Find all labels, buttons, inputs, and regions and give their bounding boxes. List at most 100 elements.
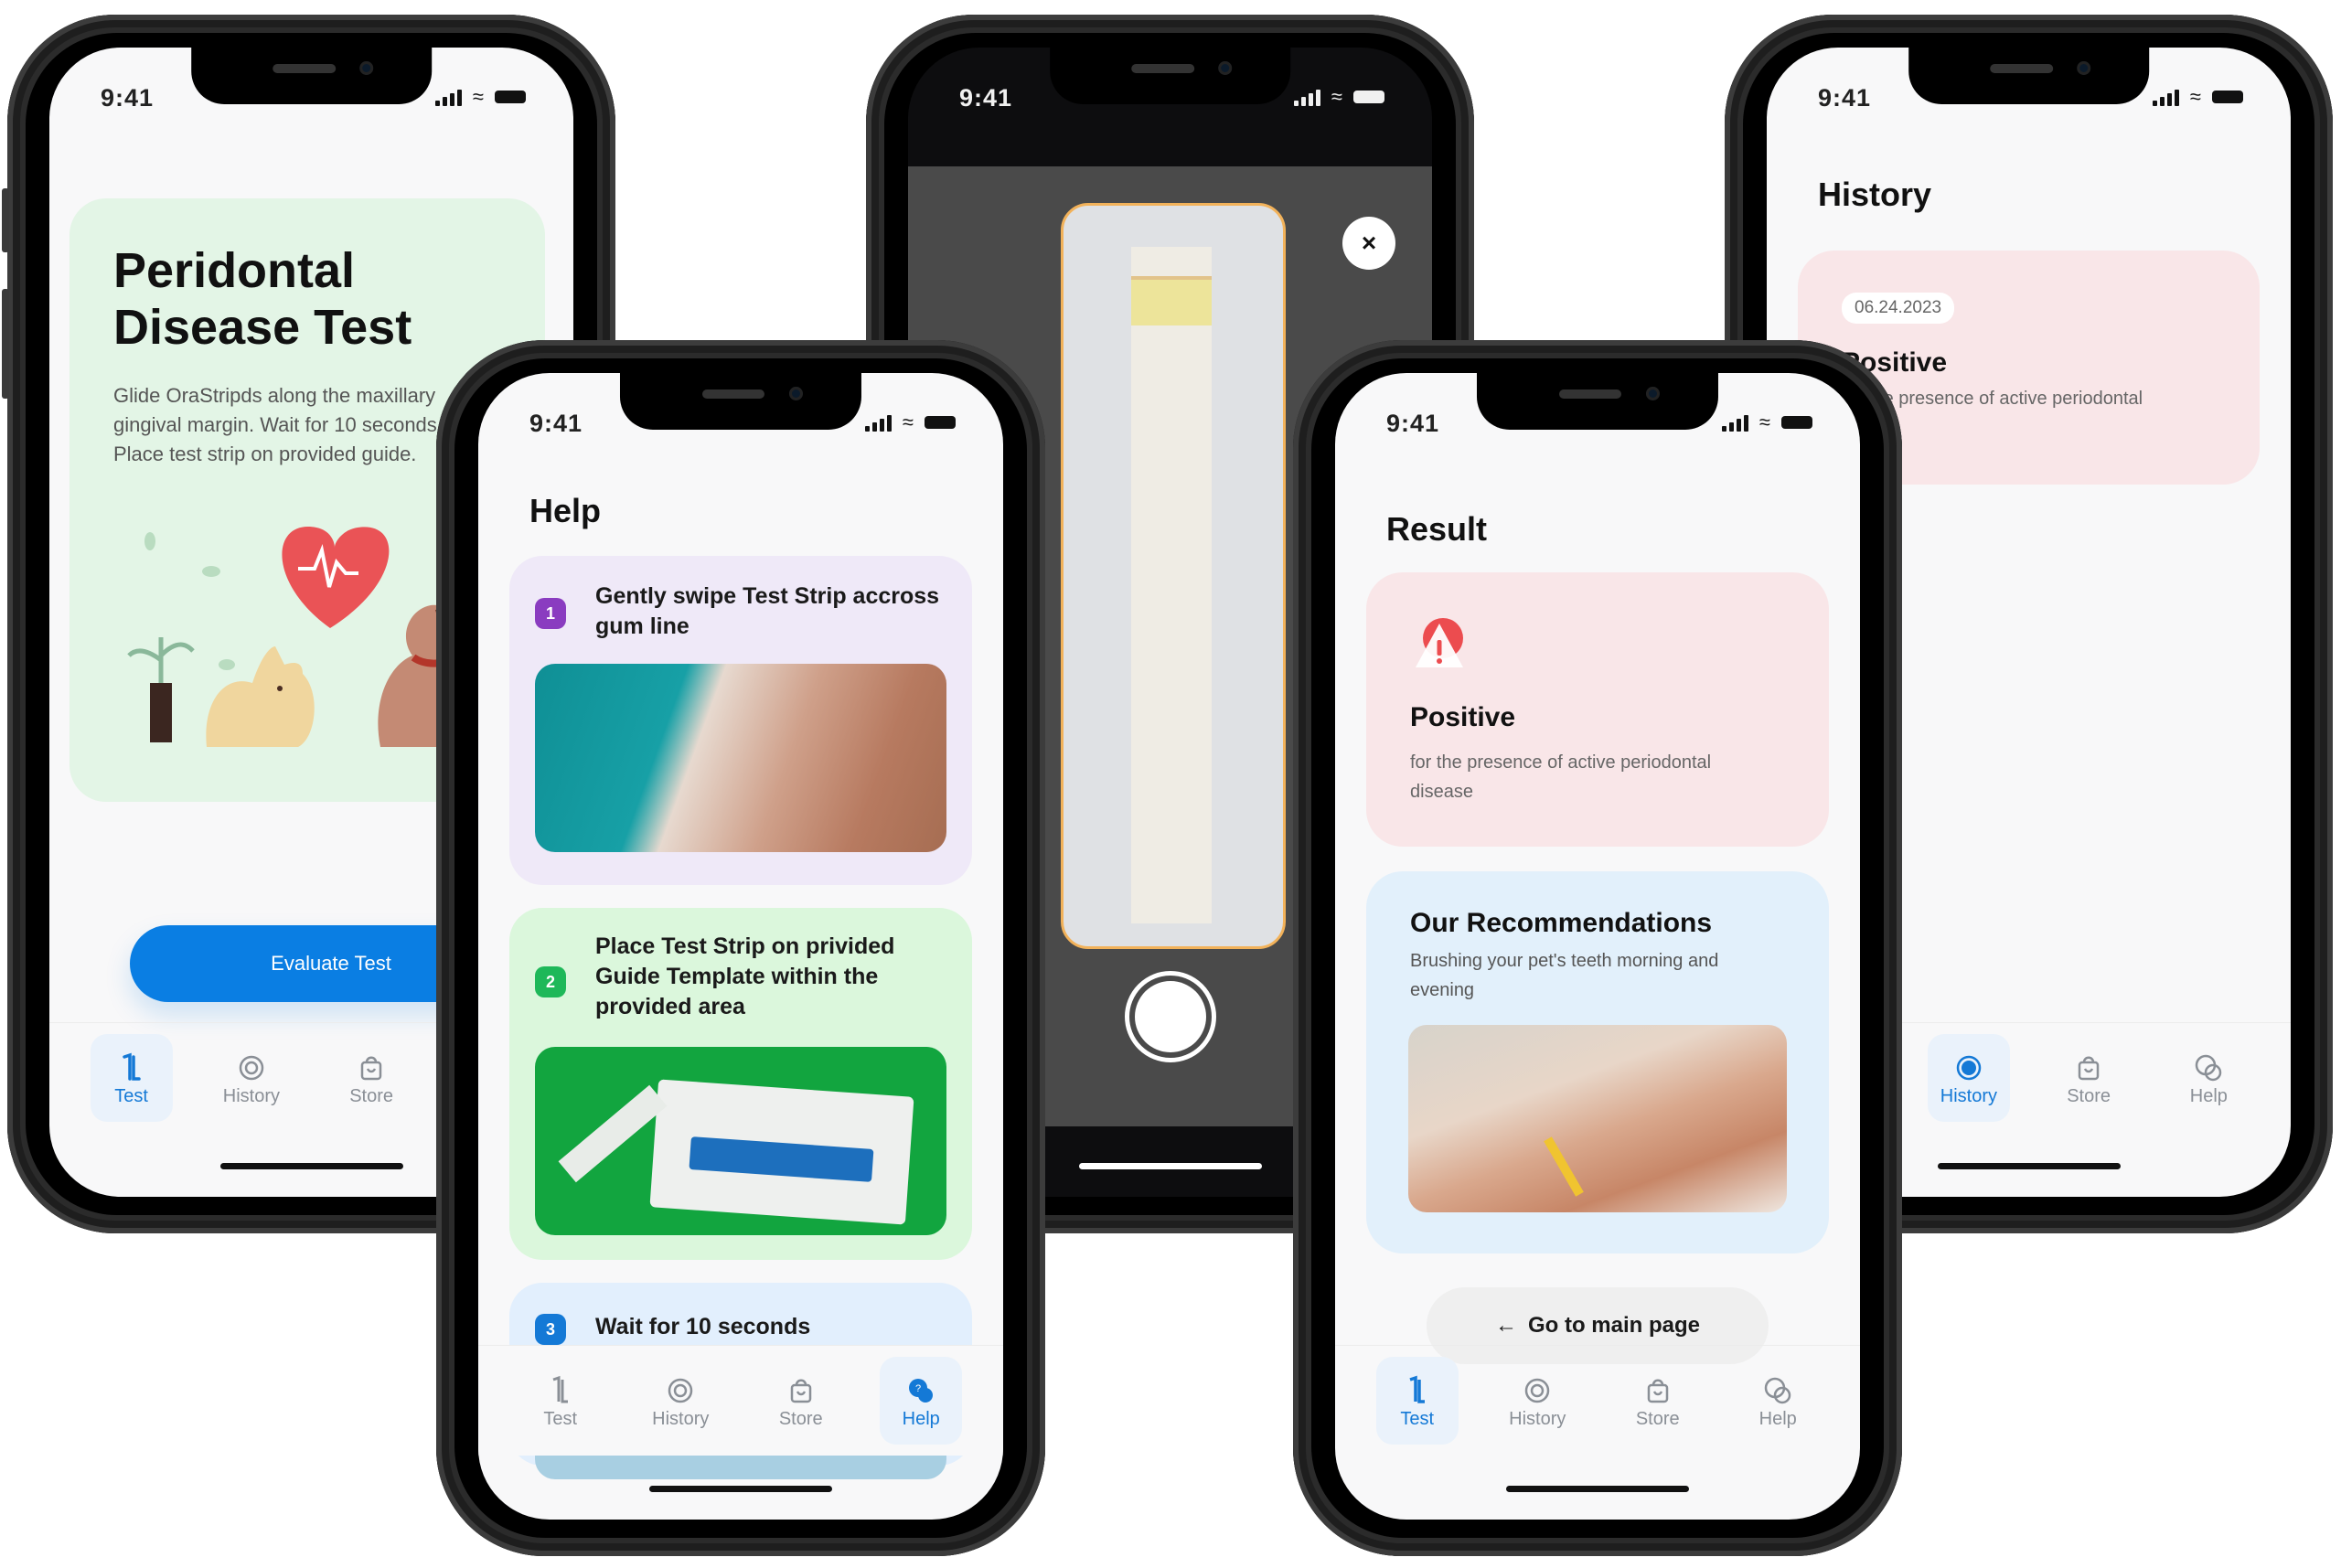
test-strip-icon [1401, 1372, 1434, 1409]
side-button [2, 289, 9, 399]
dog-tooth-brushing-photo [1408, 1025, 1787, 1212]
kit-package [649, 1079, 914, 1225]
home-indicator [1078, 1163, 1262, 1169]
tab-history[interactable]: History [1927, 1034, 2010, 1122]
tab-store[interactable]: Store [760, 1357, 842, 1445]
step-text: Gently swipe Test Strip accross gum line [595, 583, 940, 639]
battery-icon [1353, 91, 1384, 103]
test-strip-image [1131, 247, 1212, 923]
tab-history[interactable]: History [210, 1034, 293, 1122]
bezel: 9:41 ≈ Result Positive for the presence … [1311, 358, 1884, 1538]
history-icon [1952, 1050, 1985, 1086]
notch [1476, 373, 1719, 430]
phone-help-screen: 9:41 ≈ Help 1 Gently swipe Test Strip ac… [436, 340, 1045, 1556]
date-badge: 06.24.2023 [1842, 293, 1955, 324]
screen: 9:41 ≈ Help 1 Gently swipe Test Strip ac… [478, 373, 1003, 1520]
go-to-main-label: Go to main page [1527, 1313, 1700, 1338]
arrow-left-icon: ← [1494, 1313, 1517, 1338]
tab-help[interactable]: Help [1737, 1357, 1819, 1445]
wifi-icon: ≈ [1331, 85, 1342, 108]
tab-store[interactable]: Store [2047, 1034, 2130, 1122]
tab-test[interactable]: Test [1375, 1357, 1459, 1445]
status-time: 9:41 [959, 84, 1013, 112]
home-indicator [649, 1486, 832, 1492]
shopping-bag-icon [1641, 1372, 1674, 1409]
test-strip [558, 1084, 668, 1183]
step-number-badge: 3 [535, 1314, 566, 1345]
battery-icon [2212, 91, 2243, 103]
step-text: Wait for 10 seconds [595, 1314, 811, 1339]
notch [1049, 48, 1291, 104]
wifi-icon: ≈ [472, 85, 484, 108]
signal-icon [434, 88, 462, 106]
history-icon [664, 1372, 697, 1409]
tab-history[interactable]: History [1496, 1357, 1578, 1445]
tab-help[interactable]: ? Help [880, 1357, 963, 1445]
signal-icon [2152, 88, 2179, 106]
screen: 9:41 ≈ Result Positive for the presence … [1335, 373, 1860, 1520]
status-time: 9:41 [101, 84, 155, 112]
step-number-badge: 2 [535, 966, 566, 997]
signal-icon [864, 413, 892, 432]
strip-guide-frame [1061, 203, 1286, 949]
tab-label: History [1940, 1085, 1997, 1106]
home-indicator [1937, 1163, 2121, 1169]
svg-text:?: ? [915, 1383, 921, 1394]
tab-store[interactable]: Store [330, 1034, 412, 1122]
page-title: Result [1386, 510, 1488, 548]
heart-icon [282, 527, 390, 628]
test-strip-icon [544, 1372, 577, 1409]
phone-result-screen: 9:41 ≈ Result Positive for the presence … [1293, 340, 1902, 1556]
home-indicator [1506, 1486, 1689, 1492]
tab-test[interactable]: Test [90, 1034, 173, 1122]
wifi-icon: ≈ [902, 411, 914, 433]
tab-label: Help [902, 1408, 940, 1429]
tab-label: Help [2189, 1085, 2228, 1106]
tab-test[interactable]: Test [519, 1357, 602, 1445]
step-text: Place Test Strip on privided Guide Templ… [595, 933, 895, 1019]
help-step-2: 2 Place Test Strip on privided Guide Tem… [509, 908, 972, 1260]
battery-icon [925, 416, 956, 429]
help-chat-icon: ? [904, 1372, 937, 1409]
dog-teeth-photo [535, 664, 946, 852]
recommendations-text: Brushing your pet's teeth morning and ev… [1410, 951, 1719, 1000]
tab-store[interactable]: Store [1617, 1357, 1699, 1445]
tab-label: Store [2067, 1085, 2111, 1106]
shopping-bag-icon [785, 1372, 818, 1409]
battery-icon [495, 91, 526, 103]
tab-history[interactable]: History [639, 1357, 722, 1445]
side-button [2, 188, 9, 252]
tab-label: History [652, 1408, 710, 1429]
result-card: Positive for the presence of active peri… [1366, 572, 1829, 847]
tab-label: Store [778, 1408, 823, 1429]
result-description: for the presence of active periodontal d… [1410, 752, 1712, 802]
tab-label: Test [114, 1085, 148, 1106]
orastripdx-kit-photo [535, 1047, 946, 1235]
wifi-icon: ≈ [1758, 411, 1770, 433]
tab-label: History [222, 1085, 280, 1106]
tab-label: Test [1400, 1408, 1435, 1429]
notch [1908, 48, 2150, 104]
status-time: 9:41 [1818, 84, 1872, 112]
tab-label: Store [349, 1085, 394, 1106]
tab-label: Store [1635, 1408, 1680, 1429]
history-icon [235, 1050, 268, 1086]
close-button[interactable]: × [1342, 217, 1395, 270]
test-strip-icon [115, 1050, 148, 1086]
tab-help[interactable]: Help [2167, 1034, 2250, 1122]
battery-icon [1781, 416, 1812, 429]
notch [619, 373, 862, 430]
history-description: for the presence of active periodontal [1842, 389, 2143, 409]
close-icon: × [1361, 229, 1377, 257]
tab-label: Help [1758, 1408, 1797, 1429]
shutter-button[interactable] [1124, 971, 1216, 1062]
wifi-icon: ≈ [2189, 85, 2201, 108]
result-label: Positive [1410, 702, 1516, 732]
tab-bar: Test History Store ? Help [478, 1345, 1003, 1456]
history-icon [1521, 1372, 1554, 1409]
help-chat-icon [1761, 1372, 1794, 1409]
help-chat-icon [2192, 1050, 2225, 1086]
status-time: 9:41 [529, 410, 583, 437]
page-title: History [1818, 176, 1932, 213]
step-number-badge: 1 [535, 598, 566, 629]
